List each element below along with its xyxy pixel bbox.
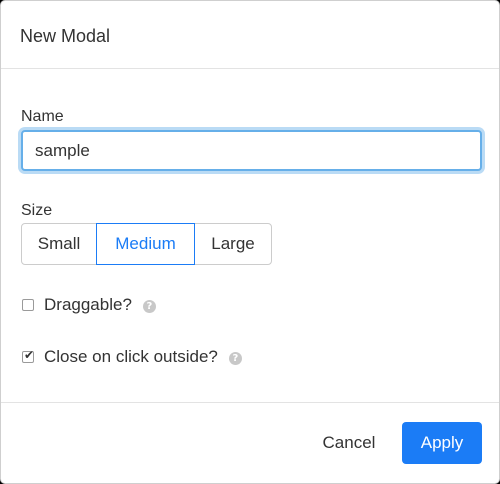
question-circle-icon[interactable]: ? <box>228 352 242 365</box>
size-label: Size <box>21 202 53 219</box>
modal-title: New Modal <box>20 26 111 46</box>
size-medium-button[interactable]: Medium <box>96 223 195 265</box>
cancel-button[interactable]: Cancel <box>307 423 391 463</box>
draggable-checkbox[interactable] <box>22 299 34 311</box>
name-label: Name <box>21 108 64 125</box>
checkmark-icon: ✔ <box>23 348 35 362</box>
close-outside-checkbox[interactable]: ✔ <box>22 348 35 363</box>
question-circle-icon[interactable]: ? <box>142 300 156 313</box>
apply-button[interactable]: Apply <box>402 422 482 464</box>
close-on-click-outside-option: ✔ Close on click outside? ? <box>21 346 242 368</box>
modal-footer: Cancel Apply <box>1 402 499 483</box>
close-outside-label[interactable]: Close on click outside? <box>44 347 218 367</box>
size-button-group: Small Medium Large <box>21 223 272 265</box>
draggable-option: Draggable? ? <box>21 294 156 316</box>
draggable-label[interactable]: Draggable? <box>44 295 132 315</box>
size-small-button[interactable]: Small <box>21 223 97 265</box>
size-large-button[interactable]: Large <box>194 223 272 265</box>
modal-dialog: New Modal Name Size Small Medium Large D… <box>0 0 500 484</box>
modal-header: New Modal <box>1 1 499 69</box>
name-input[interactable] <box>21 130 482 171</box>
